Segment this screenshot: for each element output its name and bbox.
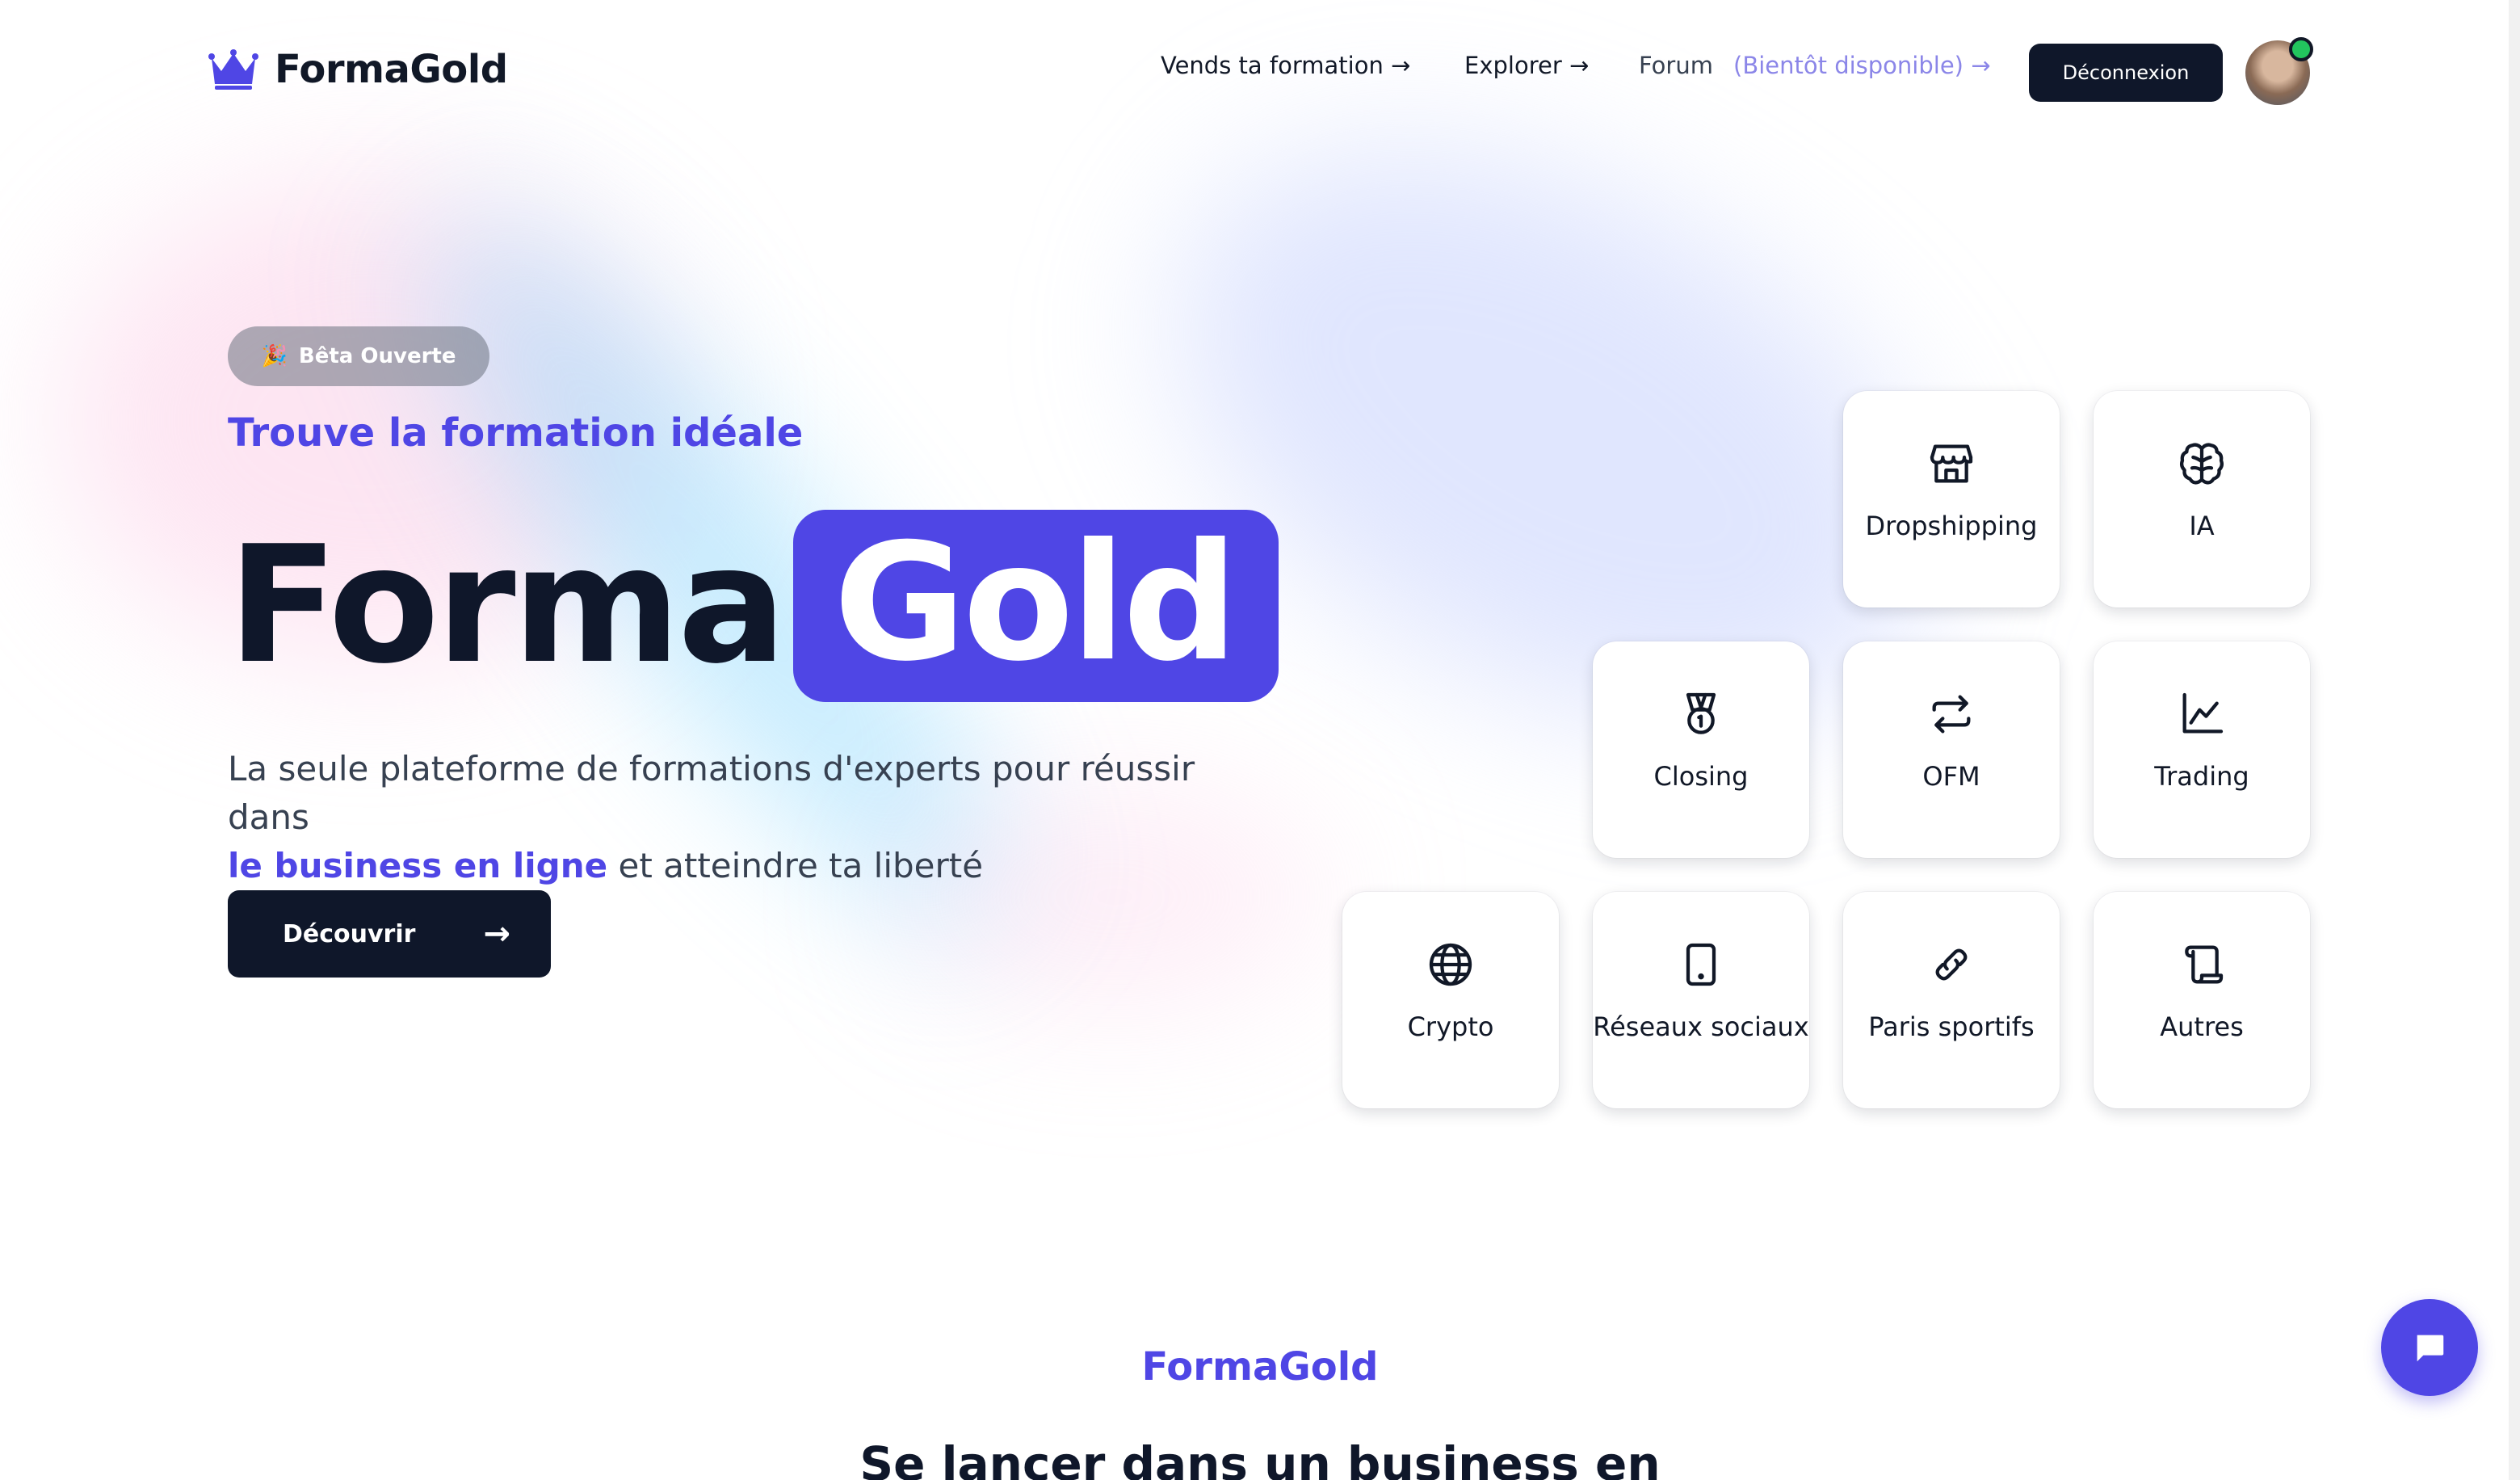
party-popper-icon: 🎉: [261, 344, 288, 368]
medal-icon: [1686, 692, 1716, 734]
discover-button[interactable]: Découvrir →: [228, 890, 551, 978]
category-label: Trading: [2154, 761, 2249, 792]
category-card-sports-betting[interactable]: Paris sportifs: [1843, 892, 2060, 1108]
category-label: Réseaux sociaux: [1593, 1011, 1809, 1042]
logo-text: FormaGold: [275, 47, 508, 92]
hero-description-line1: La seule plateforme de formations d'expe…: [228, 749, 1195, 837]
category-label: Dropshipping: [1865, 511, 2038, 541]
hero-description-rest: et atteindre ta liberté: [607, 846, 984, 885]
category-card-ofm[interactable]: OFM: [1843, 641, 2060, 858]
hero-description: La seule plateforme de formations d'expe…: [228, 745, 1278, 890]
hero-title: Forma Gold: [228, 493, 1279, 719]
section-kicker: FormaGold: [1141, 1344, 1379, 1390]
category-label: Autres: [2160, 1011, 2244, 1042]
beta-badge: 🎉 Bêta Ouverte: [228, 326, 489, 386]
logout-button[interactable]: Déconnexion: [2029, 44, 2223, 102]
category-label: Crypto: [1407, 1011, 1494, 1042]
nav-link-explore[interactable]: Explorer →: [1464, 52, 1589, 79]
hero-subtitle: Trouve la formation idéale: [228, 410, 804, 456]
logo-link[interactable]: FormaGold: [208, 47, 508, 92]
online-status-dot: [2289, 37, 2313, 61]
category-label: Closing: [1653, 761, 1749, 792]
scroll-icon: [2185, 945, 2224, 984]
store-icon: [1930, 444, 1973, 483]
discover-button-label: Découvrir: [283, 919, 416, 948]
repeat-icon: [1932, 695, 1971, 734]
chat-button[interactable]: [2381, 1299, 2478, 1396]
top-navbar: FormaGold Vends ta formation → Explorer …: [0, 0, 2520, 145]
category-card-closing[interactable]: Closing: [1593, 641, 1809, 858]
avatar[interactable]: [2245, 37, 2313, 105]
category-label: IA: [2189, 511, 2215, 541]
category-label: Paris sportifs: [1868, 1011, 2035, 1042]
hero-title-forma: Forma: [228, 511, 787, 700]
beta-badge-label: Bêta Ouverte: [298, 344, 456, 368]
globe-icon: [1429, 943, 1472, 986]
category-card-others[interactable]: Autres: [2094, 892, 2310, 1108]
tablet-icon: [1686, 943, 1716, 986]
category-card-ia[interactable]: IA: [2094, 391, 2310, 608]
category-card-crypto[interactable]: Crypto: [1342, 892, 1559, 1108]
category-card-trading[interactable]: Trading: [2094, 641, 2310, 858]
link-icon: [1935, 948, 1968, 981]
brain-icon: [2179, 443, 2224, 485]
forum-coming-soon-label: (Bientôt disponible) →: [1733, 52, 1991, 79]
nav-link-forum[interactable]: Forum: [1639, 52, 1713, 79]
chat-bubble-icon: [2417, 1335, 2444, 1362]
category-label: OFM: [1922, 761, 1980, 792]
chart-line-icon: [2182, 692, 2224, 734]
crown-icon: [208, 49, 258, 90]
category-card-social-networks[interactable]: Réseaux sociaux: [1593, 892, 1809, 1108]
nav-link-sell-course[interactable]: Vends ta formation →: [1161, 52, 1410, 79]
hero-description-highlight: le business en ligne: [228, 846, 608, 885]
page: FormaGold Vends ta formation → Explorer …: [0, 0, 2520, 1480]
arrow-right-icon: →: [483, 915, 510, 952]
page-scrollbar[interactable]: [2509, 0, 2520, 1480]
hero-title-gold: Gold: [792, 510, 1279, 702]
section-title: Se lancer dans un business en: [859, 1436, 1661, 1480]
category-card-dropshipping[interactable]: Dropshipping: [1843, 391, 2060, 608]
